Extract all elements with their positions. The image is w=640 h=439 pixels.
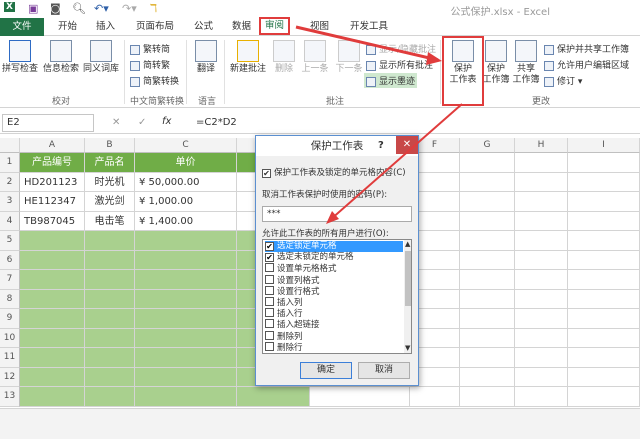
arrow-head [426, 52, 442, 65]
arrow-to-protect-sheet [295, 25, 439, 62]
annotation-arrows [295, 25, 463, 224]
arrow-to-password [329, 103, 463, 221]
